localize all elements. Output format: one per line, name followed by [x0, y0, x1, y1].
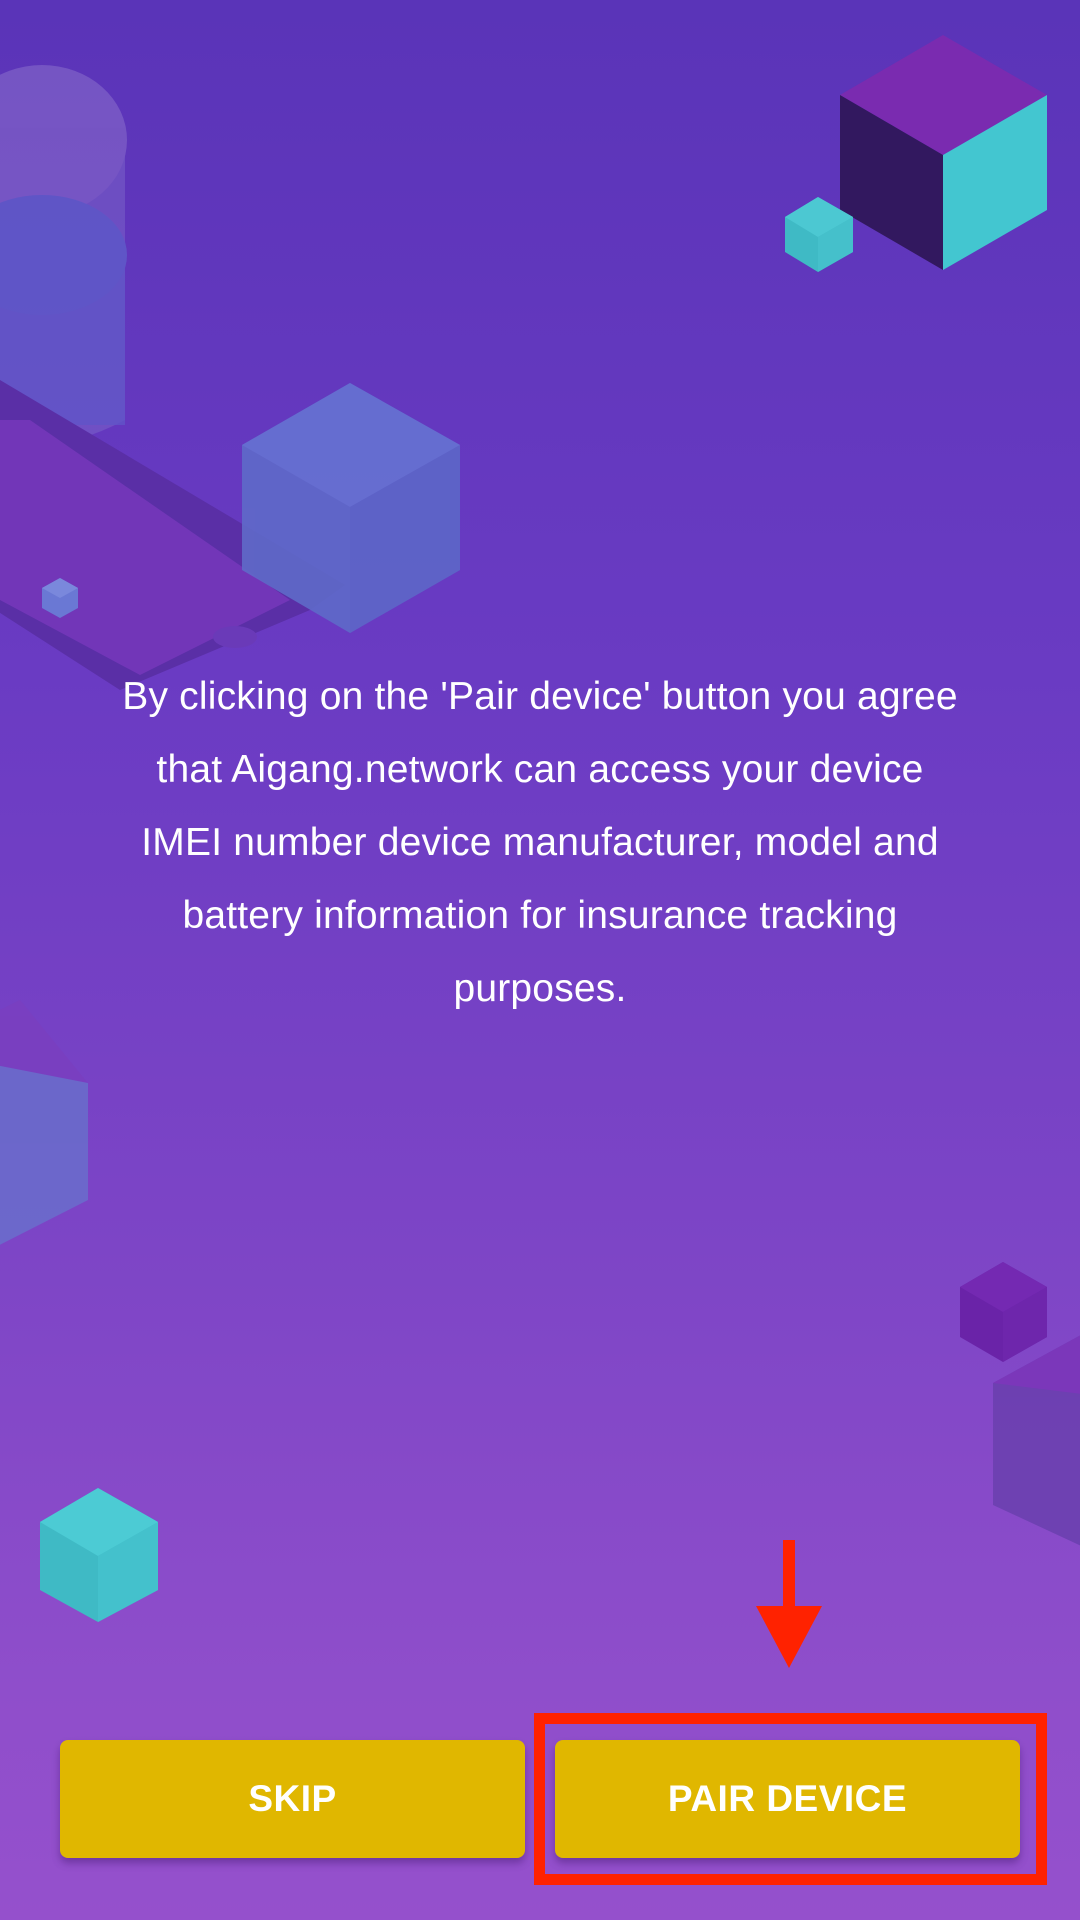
bottom-left-cyan-cube-shape: [40, 1488, 158, 1622]
pair-device-button[interactable]: PAIR DEVICE: [555, 1740, 1020, 1858]
cylinder-shape: [0, 65, 127, 445]
top-right-cube-shape: [840, 35, 1047, 270]
small-purple-cube-shape: [960, 1262, 1047, 1362]
right-partial-cube-shape: [993, 1335, 1080, 1546]
consent-message: By clicking on the 'Pair device' button …: [122, 675, 958, 1010]
left-partial-cube-shape: [0, 1000, 88, 1245]
skip-button[interactable]: SKIP: [60, 1740, 525, 1858]
